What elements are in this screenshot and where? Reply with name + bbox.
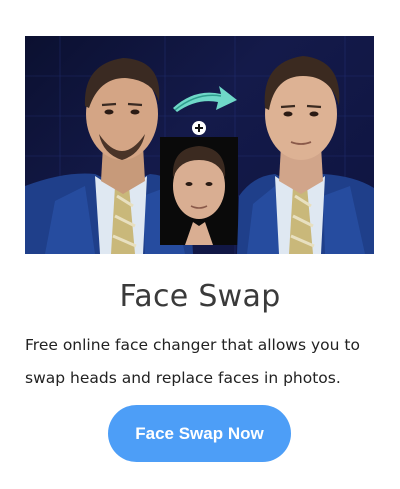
- plus-icon: [192, 121, 206, 135]
- arrow-icon: [173, 86, 237, 112]
- result-portrait: [237, 56, 374, 254]
- face-swap-card: Face Swap Free online face changer that …: [0, 0, 400, 489]
- feature-description: Free online face changer that allows you…: [25, 336, 360, 387]
- face-thumbnail: [160, 137, 238, 245]
- feature-title: Face Swap: [119, 279, 281, 314]
- face-swap-now-button[interactable]: Face Swap Now: [108, 405, 291, 462]
- face-swap-hero-image[interactable]: [25, 36, 374, 254]
